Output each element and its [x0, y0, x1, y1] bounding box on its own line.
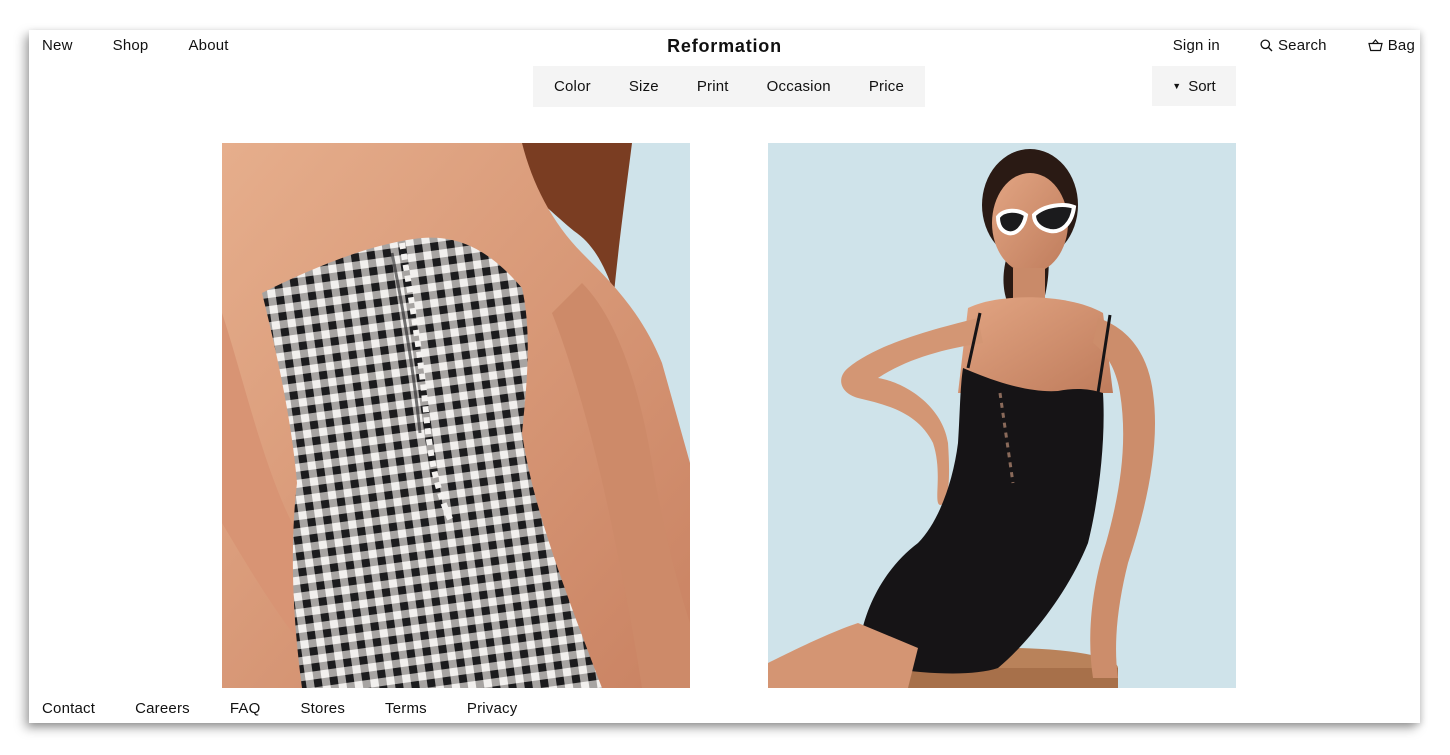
utility-nav: Sign in Search Bag	[1173, 37, 1415, 54]
bag-button[interactable]: Bag	[1367, 37, 1415, 54]
bag-icon	[1367, 39, 1383, 52]
sign-in-label: Sign in	[1172, 37, 1220, 54]
filter-bar: Color Size Print Occasion Price	[533, 66, 925, 107]
sort-label: Sort	[1188, 77, 1216, 95]
caret-down-icon: ▼	[1172, 81, 1182, 91]
gingham-dress-photo	[222, 143, 690, 688]
filter-size[interactable]: Size	[610, 78, 678, 95]
search-label: Search	[1277, 37, 1327, 54]
footer-privacy[interactable]: Privacy	[467, 700, 518, 717]
footer-nav: Contact Careers FAQ Stores Terms Privacy	[42, 700, 557, 717]
search-button[interactable]: Search	[1260, 37, 1327, 54]
page-frame: New Shop About Reformation Sign in Searc…	[29, 30, 1420, 723]
bag-label: Bag	[1387, 37, 1415, 54]
product-card-gingham-dress[interactable]	[222, 143, 690, 688]
search-icon	[1260, 39, 1273, 52]
filter-color[interactable]: Color	[535, 78, 610, 95]
filter-occasion[interactable]: Occasion	[748, 78, 850, 95]
footer-terms[interactable]: Terms	[385, 700, 427, 717]
product-card-black-dress[interactable]	[768, 143, 1236, 688]
black-dress-photo	[768, 143, 1236, 688]
footer-careers[interactable]: Careers	[135, 700, 190, 717]
sign-in-link[interactable]: Sign in	[1173, 37, 1220, 54]
filter-print[interactable]: Print	[678, 78, 748, 95]
footer-faq[interactable]: FAQ	[230, 700, 261, 717]
sort-button[interactable]: ▼ Sort	[1152, 66, 1236, 106]
footer-stores[interactable]: Stores	[300, 700, 345, 717]
filter-price[interactable]: Price	[850, 78, 923, 95]
footer-contact[interactable]: Contact	[42, 700, 95, 717]
